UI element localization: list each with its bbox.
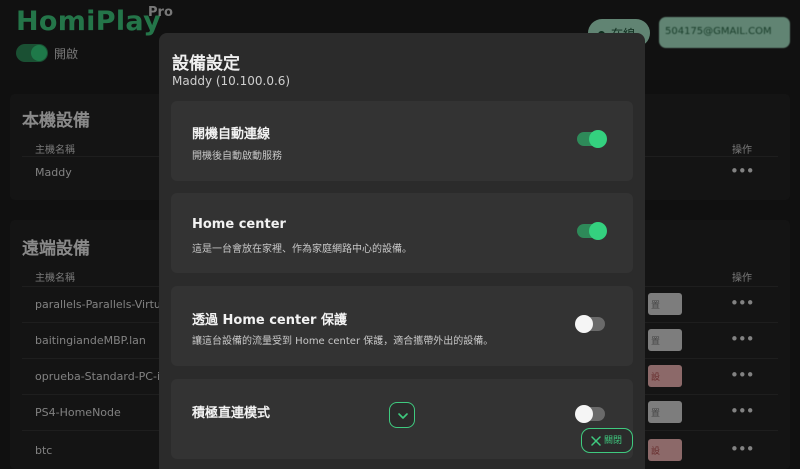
chevron-down-icon [398,413,408,419]
home-center-protect-toggle[interactable] [575,315,605,333]
setting-title: 開機自動連線 [192,127,271,142]
setting-description: 開機後自動啟動服務 [192,151,282,162]
setting-card-auto-connect: 開機自動連線 開機後自動啟動服務 [171,101,633,181]
setting-description: 這是一台會放在家裡、作為家庭網路中心的設備。 [192,244,412,255]
setting-card-home-center: Home center 這是一台會放在家裡、作為家庭網路中心的設備。 [171,193,633,273]
aggressive-direct-toggle[interactable] [575,405,605,423]
close-icon [591,435,601,446]
modal-title: 設備設定 [172,54,240,74]
auto-connect-toggle[interactable] [577,130,607,148]
scroll-down-button[interactable] [389,402,415,428]
toggle-knob [575,405,593,423]
setting-title: 透過 Home center 保護 [192,313,347,328]
setting-card-home-center-protect: 透過 Home center 保護 讓這台設備的流量受到 Home center… [171,286,633,366]
modal-subtitle: Maddy (10.100.0.6) [172,74,291,88]
setting-description: 讓這台設備的流量受到 Home center 保護，適合攜帶外出的設備。 [192,336,494,347]
close-button[interactable]: 關閉 [581,428,633,453]
device-settings-modal: 設備設定 Maddy (10.100.0.6) 開機自動連線 開機後自動啟動服務… [159,33,645,469]
toggle-knob [589,222,607,240]
home-center-toggle[interactable] [577,222,607,240]
toggle-knob [575,315,593,333]
close-label: 關閉 [604,436,623,446]
setting-title: Home center [192,217,286,232]
setting-title: 積極直連模式 [192,406,271,421]
toggle-knob [589,130,607,148]
